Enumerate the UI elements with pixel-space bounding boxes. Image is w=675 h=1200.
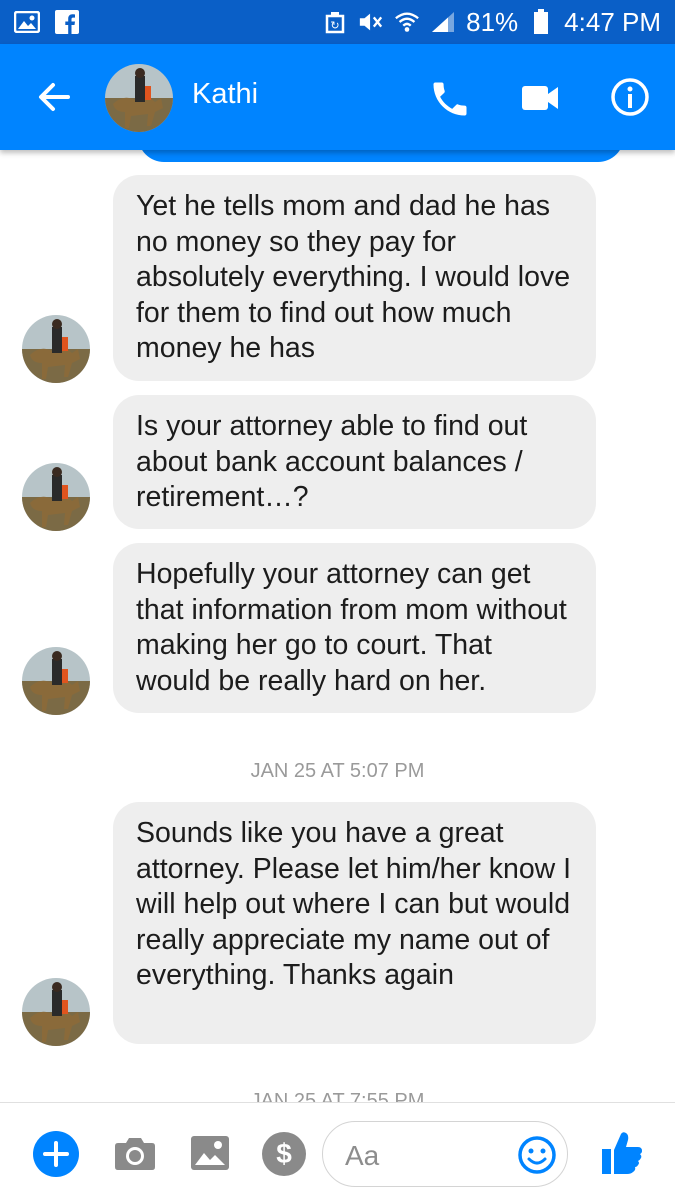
sender-avatar[interactable] — [22, 463, 90, 531]
message-list[interactable]: Yet he tells mom and dad he has no money… — [0, 150, 675, 1102]
wifi-icon — [394, 9, 420, 35]
status-left — [14, 9, 80, 35]
received-message-bubble[interactable]: Sounds like you have a great attorney. P… — [113, 802, 596, 1044]
battery-icon — [528, 9, 554, 35]
like-button[interactable] — [600, 1130, 644, 1176]
timestamp: JAN 25 AT 7:55 PM — [250, 1090, 425, 1102]
status-bar: ↻ 81% 4:47 PM — [0, 0, 675, 44]
message-text: Yet he tells mom and dad he has no money… — [136, 190, 571, 364]
video-call-button[interactable] — [520, 80, 560, 116]
conversation-header: Kathi — [0, 44, 675, 150]
voice-call-button[interactable] — [428, 77, 472, 121]
message-text: Is your attorney able to find out about … — [136, 410, 528, 513]
payment-button[interactable]: $ — [262, 1132, 306, 1176]
phone-icon — [433, 82, 467, 116]
data-saver-icon: ↻ — [322, 9, 348, 35]
svg-text:↻: ↻ — [331, 19, 340, 32]
info-icon — [611, 78, 649, 116]
emoji-button[interactable] — [517, 1135, 557, 1175]
message-text: Sounds like you have a great attorney. P… — [136, 817, 572, 991]
message-text: Hopefully your attorney can get that inf… — [136, 558, 567, 697]
video-camera-icon — [522, 86, 558, 110]
facebook-icon — [54, 9, 80, 35]
more-actions-button[interactable] — [33, 1131, 79, 1177]
sender-avatar[interactable] — [22, 315, 90, 383]
sender-avatar[interactable] — [22, 647, 90, 715]
info-button[interactable] — [610, 77, 650, 117]
mute-icon — [358, 9, 384, 35]
battery-percent: 81% — [466, 6, 519, 37]
contact-avatar[interactable] — [105, 64, 173, 132]
sent-message-bubble[interactable] — [138, 150, 624, 162]
dollar-icon: $ — [276, 1138, 292, 1169]
back-arrow-icon — [39, 83, 70, 111]
plus-icon — [43, 1141, 69, 1167]
sender-avatar[interactable] — [22, 978, 90, 1046]
clock: 4:47 PM — [564, 6, 661, 37]
signal-icon — [430, 9, 456, 35]
message-input-placeholder: Aa — [345, 1140, 380, 1171]
message-composer: $ Aa — [0, 1102, 675, 1200]
received-message-bubble[interactable]: Yet he tells mom and dad he has no money… — [113, 175, 596, 381]
gallery-button[interactable] — [190, 1135, 230, 1171]
camera-button[interactable] — [114, 1135, 156, 1171]
status-right: ↻ 81% 4:47 PM — [322, 7, 661, 38]
gallery-icon — [191, 1136, 229, 1170]
camera-icon — [115, 1138, 155, 1170]
back-button[interactable] — [34, 77, 74, 117]
thumbs-up-icon — [602, 1132, 642, 1174]
received-message-bubble[interactable]: Is your attorney able to find out about … — [113, 395, 596, 529]
gallery-icon — [14, 9, 40, 35]
message-input[interactable]: Aa — [322, 1121, 568, 1187]
emoji-icon — [518, 1136, 556, 1174]
received-message-bubble[interactable]: Hopefully your attorney can get that inf… — [113, 543, 596, 713]
timestamp: JAN 25 AT 5:07 PM — [250, 760, 425, 782]
contact-name[interactable]: Kathi — [192, 78, 258, 111]
